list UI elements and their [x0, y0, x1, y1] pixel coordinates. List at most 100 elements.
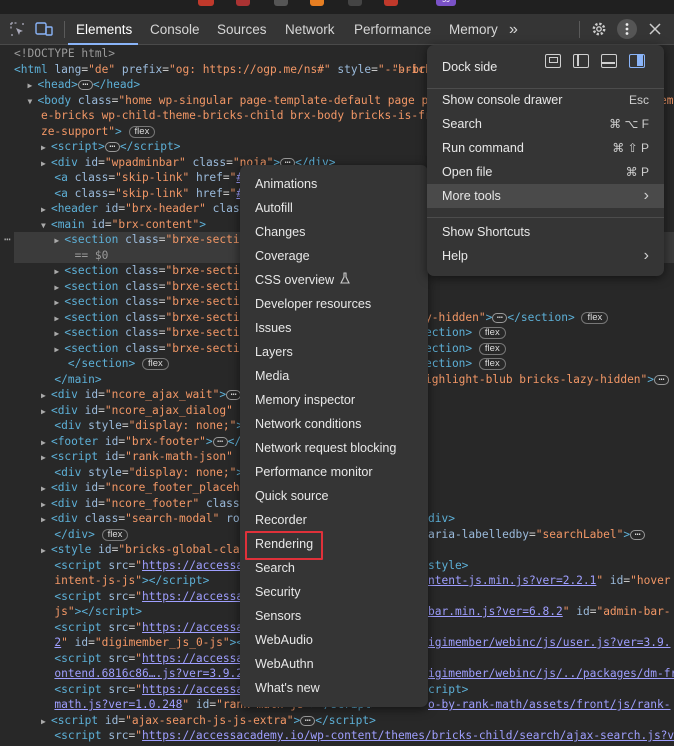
undock-icon[interactable]: [545, 54, 561, 68]
menu-item-label: Animations: [255, 177, 318, 191]
dock-side-label: Dock side: [442, 60, 498, 74]
menu-item-label: Memory inspector: [255, 393, 356, 407]
dock-right-icon[interactable]: [629, 54, 645, 68]
menu-item-changes[interactable]: Changes: [240, 220, 428, 244]
menu-item-shortcut: ⌘ ⇧ P: [612, 141, 649, 155]
notification-badge: 59: [436, 0, 456, 6]
menu-item-autofill[interactable]: Autofill: [240, 196, 428, 220]
menu-item-label: Security: [255, 585, 301, 599]
menu-item-coverage[interactable]: Coverage: [240, 244, 428, 268]
menu-item-label: Autofill: [255, 201, 293, 215]
menu-item-css-overview[interactable]: CSS overview: [240, 268, 428, 292]
menu-item-run-command[interactable]: Run command ⌘ ⇧ P: [427, 136, 664, 160]
tab-console[interactable]: Console: [150, 14, 200, 45]
menu-item-media[interactable]: Media: [240, 364, 428, 388]
menu-item-label: Show console drawer: [442, 93, 563, 107]
tab-sources[interactable]: Sources: [217, 14, 267, 45]
dock-bottom-icon[interactable]: [601, 54, 617, 68]
dom-node-line-tail: igimember/webinc/js/user.js?ver=3.9.: [428, 636, 671, 649]
kebab-menu-icon[interactable]: [617, 19, 637, 39]
menu-item-label: Developer resources: [255, 297, 372, 311]
menu-item-recorder[interactable]: Recorder: [240, 508, 428, 532]
menu-item-show-shortcuts[interactable]: Show Shortcuts: [427, 220, 664, 244]
device-toolbar-icon[interactable]: [34, 19, 54, 39]
menu-item-search[interactable]: Search ⌘ ⌥ F: [427, 112, 664, 136]
menu-item-label: Quick source: [255, 489, 329, 503]
dom-node-line-tail: ection> flex: [425, 325, 506, 341]
menu-item-label: WebAuthn: [255, 657, 314, 671]
dom-node-line-tail: y-hidden">… </section> flex: [425, 310, 609, 326]
dom-node-line-tail: ection> flex: [425, 356, 506, 372]
dom-node-line[interactable]: ▶ <script id="ajax-search-js-js-extra">… <…: [14, 713, 674, 729]
menu-item-webauthn[interactable]: WebAuthn: [240, 652, 428, 676]
menu-item-security[interactable]: Security: [240, 580, 428, 604]
toolbar-divider: [64, 21, 65, 38]
menu-item-quick-source[interactable]: Quick source: [240, 484, 428, 508]
menu-item-label: Search: [442, 117, 482, 131]
tab-elements[interactable]: Elements: [67, 14, 139, 45]
menu-item-label: Help: [442, 249, 468, 263]
menu-item-show-console-drawer[interactable]: Show console drawer Esc: [427, 88, 664, 112]
menu-item-label: Layers: [255, 345, 293, 359]
more-tabs-button[interactable]: »: [509, 14, 518, 45]
dom-node-line-tail: bar.min.js?ver=6.8.2" id="admin-bar-: [428, 605, 671, 618]
menu-item-developer-resources[interactable]: Developer resources: [240, 292, 428, 316]
menu-item-label: Changes: [255, 225, 306, 239]
tab-memory[interactable]: Memory: [449, 14, 498, 45]
tab-performance[interactable]: Performance: [354, 14, 431, 45]
close-icon[interactable]: [645, 19, 665, 39]
node-actions-ellipsis-icon[interactable]: ⋯: [4, 232, 11, 248]
tab-favicon: [198, 0, 214, 6]
menu-item-label: Issues: [255, 321, 292, 335]
menu-divider: [427, 217, 664, 218]
menu-item-label: Run command: [442, 141, 524, 155]
toolbar-divider: [579, 21, 580, 38]
menu-item-animations[interactable]: Animations: [240, 172, 428, 196]
menu-item-issues[interactable]: Issues: [240, 316, 428, 340]
menu-item-label: Open file: [442, 165, 493, 179]
browser-top-strip: 59: [0, 0, 674, 14]
menu-item-label: Show Shortcuts: [442, 225, 531, 239]
menu-item-performance-monitor[interactable]: Performance monitor: [240, 460, 428, 484]
dom-node-line-tail: div>: [428, 512, 455, 525]
menu-item-what-s-new[interactable]: What's new: [240, 676, 428, 700]
menu-item-shortcut: ⌘ P: [625, 165, 649, 179]
experimental-flask-icon: [340, 272, 350, 287]
menu-item-label: Media: [255, 369, 290, 383]
dock-left-icon[interactable]: [573, 54, 589, 68]
dom-node-line-tail: ntent-js.min.js?ver=2.2.1" id="hover: [428, 574, 671, 587]
dom-node-line-tail: aria-labelledby="searchLabel">…: [428, 527, 646, 543]
menu-item-help[interactable]: Help ›: [427, 244, 664, 268]
dom-node-line-tail: cript>: [428, 682, 469, 696]
menu-item-label: Sensors: [255, 609, 302, 623]
menu-item-shortcut: Esc: [628, 93, 649, 107]
devtools-toolbar: Elements Console Sources Network Perform…: [0, 14, 674, 45]
customize-devtools-menu: Dock side Show console drawer Esc Search ⌘ …: [427, 45, 664, 276]
tab-favicon: [274, 0, 288, 6]
tab-favicon: [236, 0, 250, 6]
menu-item-webaudio[interactable]: WebAudio: [240, 628, 428, 652]
menu-item-open-file[interactable]: Open file ⌘ P: [427, 160, 664, 184]
menu-item-label: Recorder: [255, 513, 307, 527]
chevron-right-icon: ›: [643, 247, 649, 264]
menu-item-sensors[interactable]: Sensors: [240, 604, 428, 628]
tab-network[interactable]: Network: [285, 14, 335, 45]
dom-node-line[interactable]: <script src="https://accessacademy.io/wp…: [14, 728, 674, 744]
rendering-highlight-box: [245, 531, 323, 560]
menu-item-label: Coverage: [255, 249, 310, 263]
dom-node-line-tail: ighlight-blub bricks-lazy-hidden">…: [425, 372, 670, 388]
dom-node-line-tail: ection> flex: [425, 341, 506, 357]
inspect-element-icon[interactable]: [7, 19, 27, 39]
menu-item-network-conditions[interactable]: Network conditions: [240, 412, 428, 436]
menu-item-network-request-blocking[interactable]: Network request blocking: [240, 436, 428, 460]
menu-item-label: WebAudio: [255, 633, 313, 647]
menu-item-label: Network request blocking: [255, 441, 397, 455]
menu-item-more-tools[interactable]: More tools ›: [427, 184, 664, 208]
menu-item-layers[interactable]: Layers: [240, 340, 428, 364]
menu-item-memory-inspector[interactable]: Memory inspector: [240, 388, 428, 412]
settings-gear-icon[interactable]: [589, 19, 609, 39]
menu-item-shortcut: ⌘ ⌥ F: [609, 117, 649, 131]
dom-node-line-tail: style>: [428, 558, 469, 572]
more-tools-submenu: Animations Autofill Changes Coverage CSS ove…: [240, 165, 428, 707]
tab-favicon: [310, 0, 324, 6]
